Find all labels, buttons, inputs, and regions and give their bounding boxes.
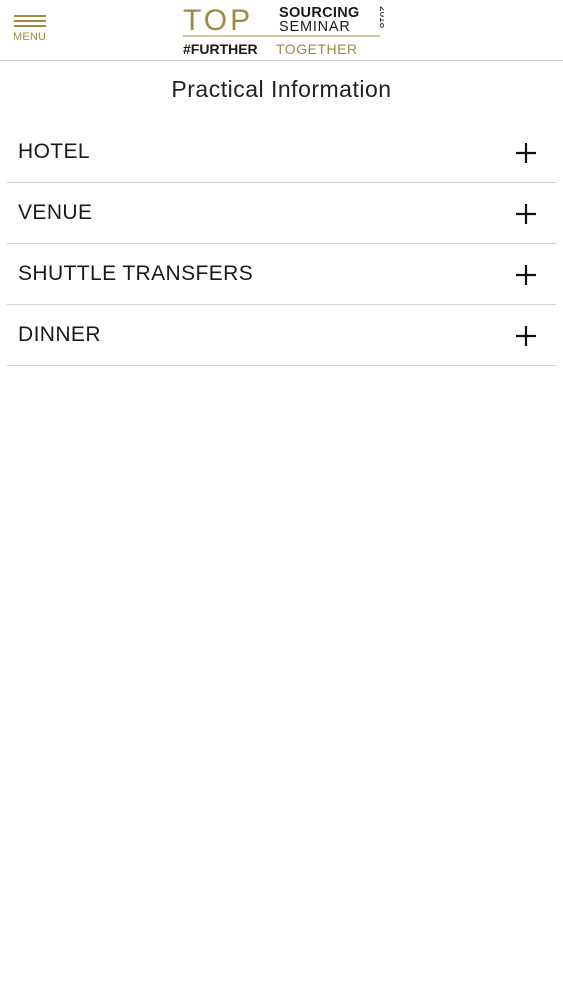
menu-label: MENU [13,31,47,43]
app-header: MENU TOP SOURCING SEMINAR 2018 #FURTHER … [0,0,563,61]
logo-year: 2018 [377,6,384,29]
accordion-item-shuttle-transfers[interactable]: SHUTTLE TRANSFERS [7,244,556,305]
accordion-item-label: HOTEL [18,140,91,163]
logo-tagline-together: TOGETHER [276,41,358,57]
accordion-item-label: VENUE [18,201,93,224]
expand-plus-icon[interactable] [514,141,538,165]
menu-button[interactable]: MENU [12,14,50,44]
logo-word-top: TOP [183,4,253,37]
accordion-item-hotel[interactable]: HOTEL [7,122,556,183]
hamburger-icon [14,15,46,28]
accordion-item-label: DINNER [18,323,101,346]
logo-tagline-further: #FURTHER [183,41,258,57]
page-title: Practical Information [171,76,392,102]
logo-word-seminar: SEMINAR [279,19,351,35]
practical-info-accordion: HOTEL VENUE SHUTTLE TRANSFERS DINNER [7,122,556,366]
expand-plus-icon[interactable] [514,324,538,348]
expand-plus-icon[interactable] [514,202,538,226]
accordion-item-venue[interactable]: VENUE [7,183,556,244]
top-sourcing-seminar-logo[interactable]: TOP SOURCING SEMINAR 2018 #FURTHER TOGET… [182,2,384,59]
expand-plus-icon[interactable] [514,263,538,287]
accordion-item-dinner[interactable]: DINNER [7,305,556,366]
accordion-item-label: SHUTTLE TRANSFERS [18,262,254,285]
